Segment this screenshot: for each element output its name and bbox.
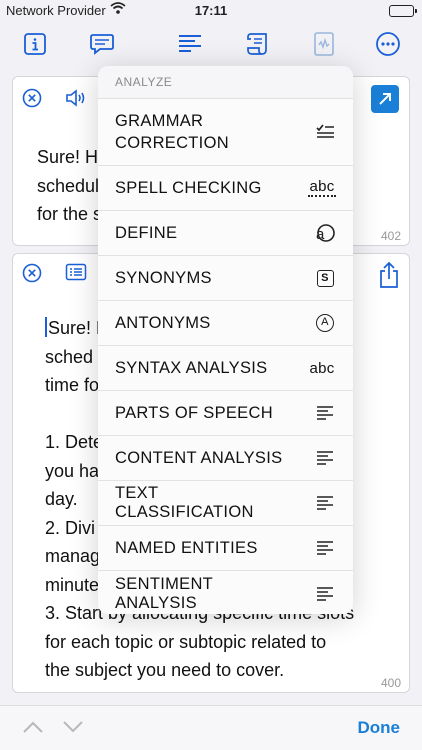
synonyms-icon: S	[313, 268, 337, 288]
text-lines-icon	[313, 584, 337, 604]
text-lines-icon	[313, 493, 337, 513]
syntax-icon: abc	[309, 359, 335, 377]
status-bar: Network Provider 17:11	[0, 0, 422, 22]
chevron-up-icon[interactable]	[22, 720, 44, 739]
share-icon[interactable]	[375, 260, 403, 290]
menu-item-define[interactable]: DEFINE a	[98, 211, 353, 256]
text-lines-icon	[313, 448, 337, 468]
menu-item-text-classification[interactable]: TEXT CLASSIFICATION	[98, 481, 353, 526]
menu-item-synonyms[interactable]: SYNONYMS S	[98, 256, 353, 301]
close-icon[interactable]	[19, 260, 45, 286]
text-view-icon[interactable]	[63, 259, 89, 285]
text-lines-icon[interactable]	[176, 30, 204, 58]
antonyms-glyph: A	[316, 314, 334, 332]
menu-item-named-entities[interactable]: NAMED ENTITIES	[98, 526, 353, 571]
menu-item-sentiment-analysis[interactable]: SENTIMENT ANALYSIS	[98, 571, 353, 614]
define-icon: a	[313, 223, 337, 243]
text-lines-icon	[313, 538, 337, 558]
menu-item-label: DEFINE	[115, 223, 178, 242]
open-arrow-icon[interactable]	[371, 85, 399, 113]
info-icon[interactable]	[21, 30, 49, 58]
scroll-icon[interactable]	[244, 30, 272, 58]
top-toolbar	[0, 24, 422, 64]
grammar-check-icon	[313, 122, 337, 142]
menu-item-label: SYNONYMS	[115, 268, 212, 287]
text-cursor	[45, 317, 47, 337]
spellcheck-glyph: abc	[309, 178, 335, 195]
chevron-down-icon[interactable]	[62, 720, 84, 739]
voice-memo-icon[interactable]	[310, 30, 338, 58]
menu-item-label: GRAMMAR CORRECTION	[115, 112, 229, 152]
menu-item-label: ANTONYMS	[115, 313, 211, 332]
menu-item-label: TEXT CLASSIFICATION	[115, 484, 254, 521]
chat-bubble-icon[interactable]	[88, 30, 116, 58]
antonyms-icon: A	[313, 313, 337, 333]
clock: 17:11	[194, 3, 228, 18]
menu-item-spell-checking[interactable]: SPELL CHECKING abc	[98, 166, 353, 211]
speaker-icon[interactable]	[63, 85, 89, 111]
menu-item-parts-of-speech[interactable]: PARTS OF SPEECH	[98, 391, 353, 436]
more-icon[interactable]	[374, 30, 402, 58]
synonyms-glyph: S	[316, 269, 334, 287]
character-count: 402	[380, 229, 401, 243]
text-lines-icon	[313, 403, 337, 423]
menu-item-label: CONTENT ANALYSIS	[115, 448, 283, 467]
menu-item-label: SYNTAX ANALYSIS	[115, 358, 268, 377]
menu-item-grammar-correction[interactable]: GRAMMAR CORRECTION	[98, 99, 353, 166]
menu-item-label: PARTS OF SPEECH	[115, 403, 273, 422]
close-icon[interactable]	[19, 85, 45, 111]
battery-icon	[389, 5, 417, 17]
menu-item-label: SENTIMENT ANALYSIS	[115, 574, 213, 612]
svg-text:a: a	[316, 226, 325, 243]
menu-header: ANALYZE	[98, 66, 353, 99]
menu-item-content-analysis[interactable]: CONTENT ANALYSIS	[98, 436, 353, 481]
menu-item-syntax-analysis[interactable]: SYNTAX ANALYSIS abc	[98, 346, 353, 391]
menu-item-label: NAMED ENTITIES	[115, 538, 258, 557]
menu-item-antonyms[interactable]: ANTONYMS A	[98, 301, 353, 346]
spellcheck-icon: abc	[307, 178, 337, 198]
menu-item-label: SPELL CHECKING	[115, 178, 262, 197]
analyze-menu: ANALYZE GRAMMAR CORRECTION SPELL CHECKIN…	[98, 66, 353, 614]
done-button[interactable]: Done	[358, 718, 401, 738]
character-count: 400	[380, 676, 401, 690]
bottom-bar: Done	[0, 705, 422, 750]
